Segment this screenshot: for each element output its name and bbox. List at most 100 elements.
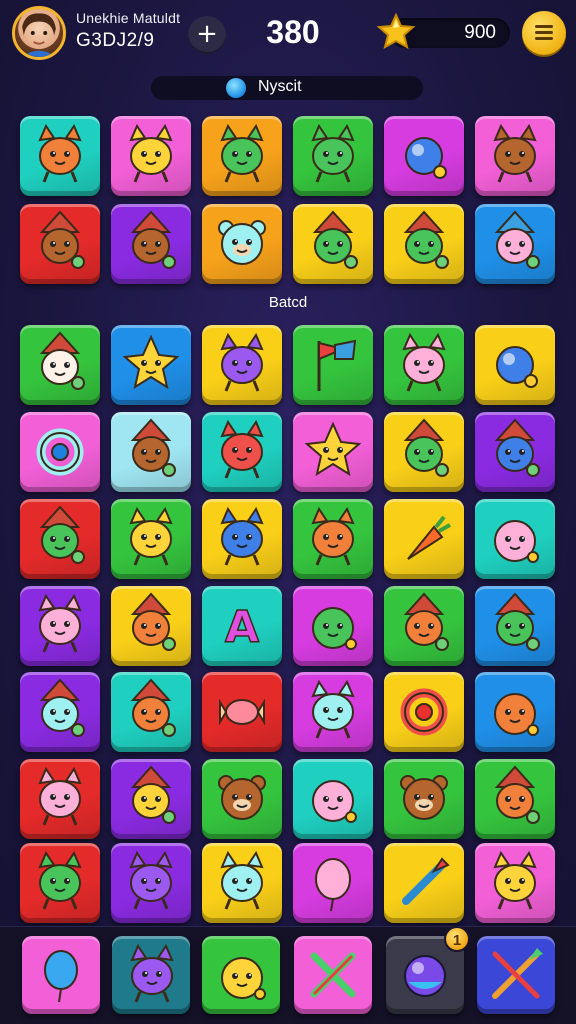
brown-bear-icon: [400, 775, 448, 820]
booster-yellow-blob-button[interactable]: [202, 936, 280, 1014]
green-elf-icon: [494, 592, 540, 651]
red-ring-icon: [400, 688, 448, 736]
board-tile-r2-c2[interactable]: [111, 412, 191, 492]
green-elf-icon: [312, 210, 358, 269]
board-tile-r5-c4[interactable]: [293, 672, 373, 752]
blue-gem-icon: [405, 137, 447, 179]
top-tile-r2-c5[interactable]: [384, 204, 464, 284]
add-friend-button[interactable]: +: [188, 16, 226, 54]
top-tile-r2-c4[interactable]: [293, 204, 373, 284]
board-tile-r2-c1[interactable]: [20, 412, 100, 492]
brown-bear-icon: [218, 775, 266, 820]
green-elf-icon: [403, 210, 449, 269]
flag-icon: [317, 339, 357, 391]
yellow-elf-icon: [130, 765, 176, 824]
plus-icon: +: [196, 19, 218, 49]
cyan-elf-icon: [39, 678, 85, 737]
top-tile-r2-c3[interactable]: [202, 204, 282, 284]
board-tile-r7-c2[interactable]: [111, 843, 191, 923]
board-tile-r6-c6[interactable]: [475, 759, 555, 839]
booster-purple-cat-button[interactable]: [112, 936, 190, 1014]
board-tile-r1-c2[interactable]: [111, 325, 191, 405]
green-blob-icon: [312, 607, 357, 650]
board-tile-r7-c4[interactable]: [293, 843, 373, 923]
board-tile-r4-c4[interactable]: [293, 586, 373, 666]
candy-icon: [219, 698, 265, 726]
user-id: G3DJ2/9: [76, 30, 155, 51]
board-tile-r4-c6[interactable]: [475, 586, 555, 666]
cyan-cat-icon: [220, 850, 264, 910]
board-tile-r3-c6[interactable]: [475, 499, 555, 579]
top-tile-r1-c5[interactable]: [384, 116, 464, 196]
board-tile-r3-c2[interactable]: [111, 499, 191, 579]
board-tile-r7-c3[interactable]: [202, 843, 282, 923]
board-tile-r4-c5[interactable]: [384, 586, 464, 666]
hamburger-menu-icon: [535, 25, 553, 28]
board-tile-r2-c4[interactable]: [293, 412, 373, 492]
orange-elf-icon: [494, 765, 540, 824]
board-tile-r4-c1[interactable]: [20, 586, 100, 666]
board-tile-r2-c3[interactable]: [202, 412, 282, 492]
board-tile-r6-c4[interactable]: [293, 759, 373, 839]
board-tile-r7-c6[interactable]: [475, 843, 555, 923]
blue-cat-icon: [220, 506, 264, 566]
user-name: Unekhie Matuldt: [76, 10, 181, 26]
green-cat-icon: [220, 123, 264, 183]
yellow-blob-icon: [221, 957, 266, 1000]
board-tile-r7-c1[interactable]: [20, 843, 100, 923]
board-tile-r3-c1[interactable]: [20, 499, 100, 579]
top-tile-r1-c3[interactable]: [202, 116, 282, 196]
carrot-icon: [407, 515, 451, 560]
board-tile-r1-c6[interactable]: [475, 325, 555, 405]
white-elf-icon: [39, 331, 85, 390]
coin-value: 900: [464, 22, 496, 43]
board-tile-r6-c5[interactable]: [384, 759, 464, 839]
board-tile-r5-c3[interactable]: [202, 672, 282, 752]
top-tile-r2-c2[interactable]: [111, 204, 191, 284]
booster-crossed-arrows-button[interactable]: [477, 936, 555, 1014]
cyan-cat-icon: [311, 679, 355, 739]
board-tile-r1-c4[interactable]: [293, 325, 373, 405]
board-tile-r1-c5[interactable]: [384, 325, 464, 405]
menu-button[interactable]: [522, 11, 566, 55]
board-tile-r2-c5[interactable]: [384, 412, 464, 492]
top-tile-r1-c4[interactable]: [293, 116, 373, 196]
top-tile-r1-c1[interactable]: [20, 116, 100, 196]
board-tile-r7-c5[interactable]: [384, 843, 464, 923]
board-tile-r1-c1[interactable]: [20, 325, 100, 405]
orange-cat-icon: [311, 506, 355, 566]
pink-blob-icon: [312, 780, 357, 823]
board-tile-r6-c1[interactable]: [20, 759, 100, 839]
board-tile-r4-c2[interactable]: [111, 586, 191, 666]
board-tile-r3-c5[interactable]: [384, 499, 464, 579]
top-bar: Unekhie Matuldt G3DJ2/9 + 380 900: [0, 0, 576, 70]
board-tile-r5-c6[interactable]: [475, 672, 555, 752]
board-tile-r5-c1[interactable]: [20, 672, 100, 752]
board-tile-r5-c5[interactable]: [384, 672, 464, 752]
board-tile-r6-c2[interactable]: [111, 759, 191, 839]
avatar[interactable]: [12, 6, 66, 60]
top-tile-r1-c2[interactable]: [111, 116, 191, 196]
pink-balloon-icon: [315, 858, 351, 912]
orange-elf-icon: [130, 592, 176, 651]
svg-text:A: A: [225, 602, 259, 653]
pink-cat-icon: [38, 766, 82, 826]
board-tile-r3-c3[interactable]: [202, 499, 282, 579]
board-tile-r2-c6[interactable]: [475, 412, 555, 492]
yellow-cat-icon: [129, 123, 173, 183]
orange-elf-icon: [403, 592, 449, 651]
board-tile-r3-c4[interactable]: [293, 499, 373, 579]
top-tile-r2-c6[interactable]: [475, 204, 555, 284]
board-tile-r1-c3[interactable]: [202, 325, 282, 405]
top-tile-r2-c1[interactable]: [20, 204, 100, 284]
orange-cat-icon: [38, 123, 82, 183]
top-tile-r1-c6[interactable]: [475, 116, 555, 196]
board-tile-r4-c3[interactable]: A: [202, 586, 282, 666]
booster-balloon-button[interactable]: [22, 936, 100, 1014]
cyan-ring-icon: [36, 428, 84, 476]
board-tile-r6-c3[interactable]: [202, 759, 282, 839]
booster-purple-orb-button[interactable]: 1: [386, 926, 470, 1014]
board-tile-r5-c2[interactable]: [111, 672, 191, 752]
score-value: 380: [266, 14, 320, 50]
booster-crossed-swords-button[interactable]: [294, 936, 372, 1014]
